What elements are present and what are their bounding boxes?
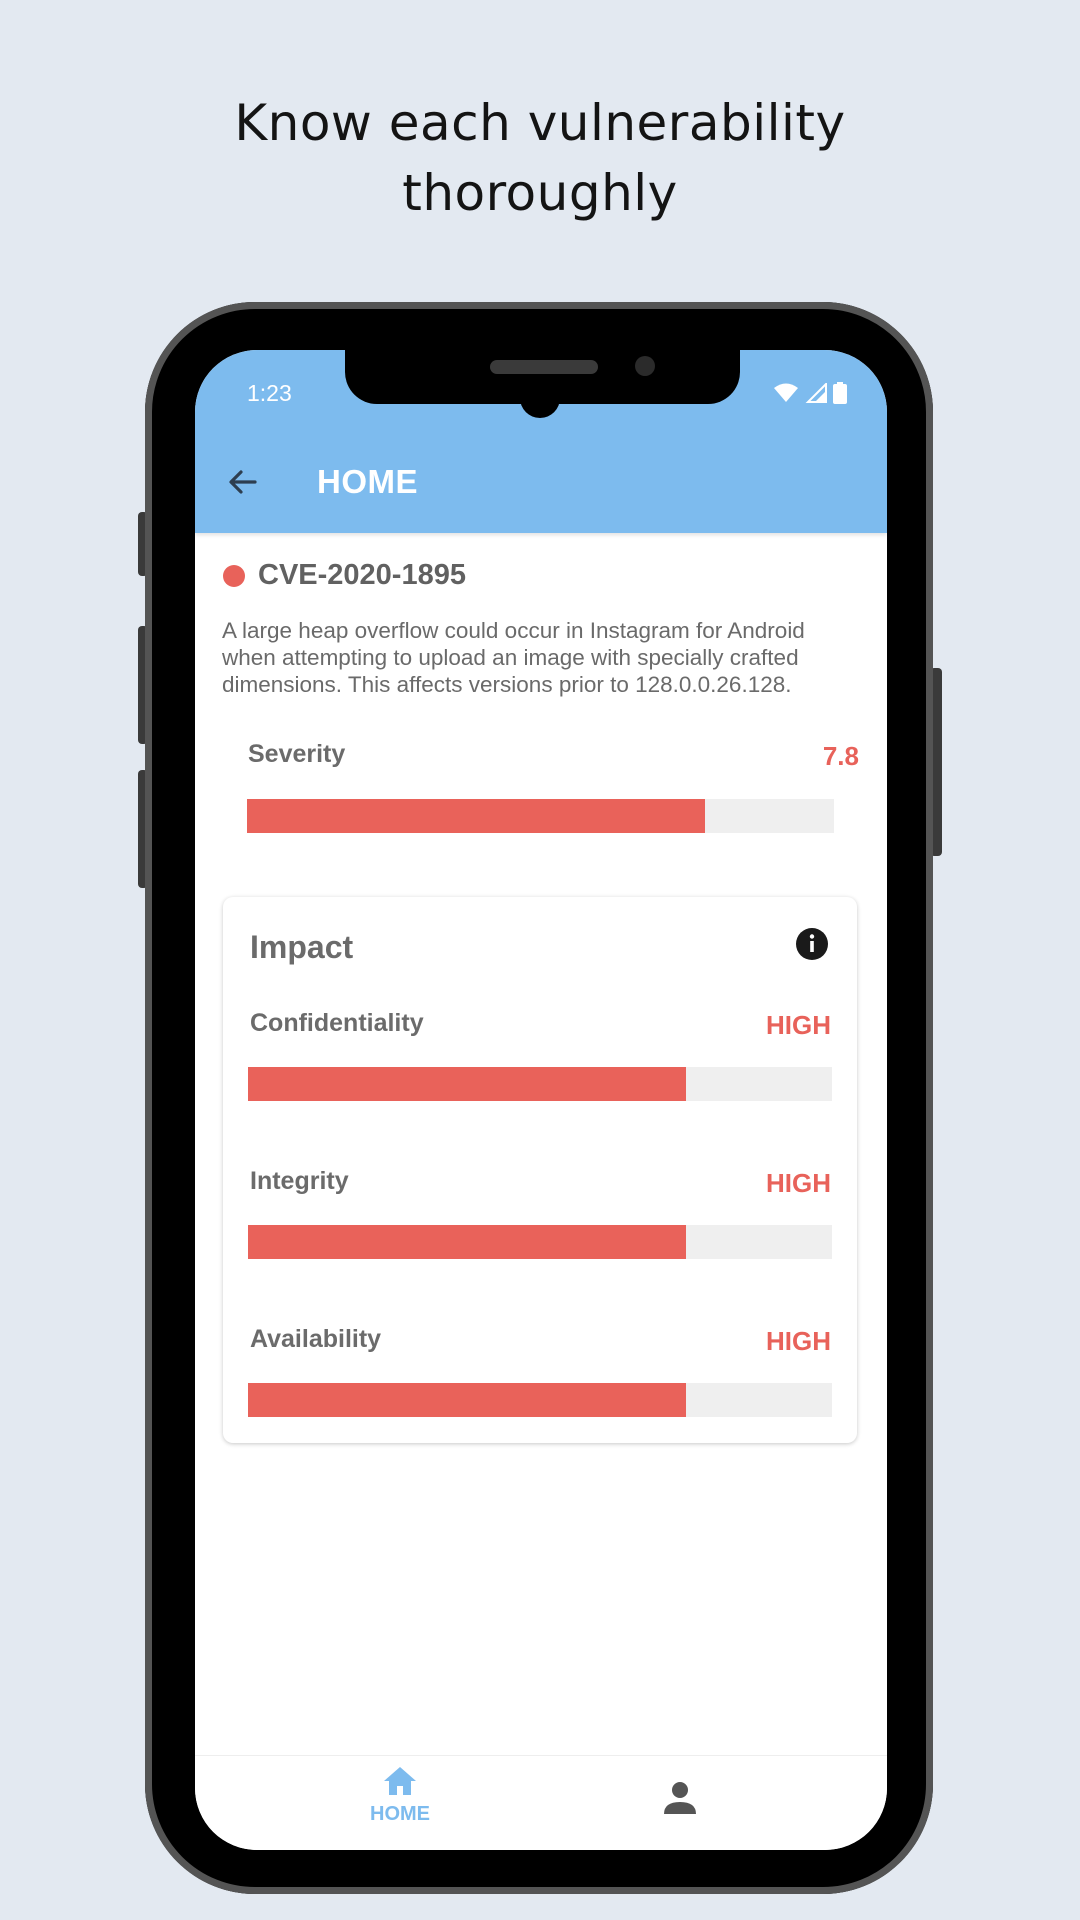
impact-card: Impact Confidentiality HIGH Integrity HI… (223, 897, 857, 1443)
severity-label: Severity (248, 740, 346, 768)
bottom-navigation: HOME (195, 1755, 887, 1850)
status-icons (773, 382, 847, 404)
confidentiality-label: Confidentiality (250, 1009, 424, 1037)
wifi-icon (774, 383, 798, 402)
cve-header: CVE-2020-1895 (223, 559, 466, 592)
integrity-bar-fill (248, 1225, 686, 1259)
availability-bar (248, 1383, 832, 1417)
phone-notch (345, 350, 740, 404)
nav-home-tab[interactable]: HOME (360, 1766, 440, 1826)
arrow-left-icon[interactable] (225, 464, 261, 500)
person-icon[interactable] (660, 1778, 700, 1818)
integrity-bar (248, 1225, 832, 1259)
speaker-grille (490, 360, 598, 374)
app-bar: 1:23 HOME (195, 350, 887, 533)
phone-screen: 1:23 HOME CVE-2020-1895 A large heap ove… (195, 350, 887, 1850)
availability-label: Availability (250, 1325, 382, 1353)
integrity-value: HIGH (766, 1168, 831, 1198)
severity-bar-fill (247, 799, 705, 833)
availability-bar-fill (248, 1383, 686, 1417)
cve-id: CVE-2020-1895 (258, 559, 466, 591)
page-title: HOME (317, 463, 418, 500)
info-icon[interactable] (795, 927, 829, 961)
signal-icon (805, 383, 827, 403)
nav-home-label: HOME (370, 1803, 430, 1825)
camera-bump (520, 398, 560, 418)
battery-icon (833, 382, 847, 404)
front-camera (635, 356, 655, 376)
impact-title: Impact (250, 929, 354, 965)
headline-line-1: Know each vulnerability (234, 94, 846, 152)
availability-value: HIGH (766, 1326, 831, 1356)
confidentiality-bar (248, 1067, 832, 1101)
status-time: 1:23 (247, 380, 292, 406)
status-dot (223, 564, 245, 587)
headline-line-2: thoroughly (402, 164, 678, 222)
confidentiality-value: HIGH (766, 1010, 831, 1040)
promo-headline: Know each vulnerability thoroughly (0, 88, 1080, 228)
confidentiality-bar-fill (248, 1067, 686, 1101)
severity-value: 7.8 (822, 741, 859, 771)
home-icon (384, 1767, 416, 1795)
integrity-label: Integrity (250, 1167, 349, 1195)
severity-bar (247, 799, 834, 833)
cve-description: A large heap overflow could occur in Ins… (222, 618, 805, 697)
